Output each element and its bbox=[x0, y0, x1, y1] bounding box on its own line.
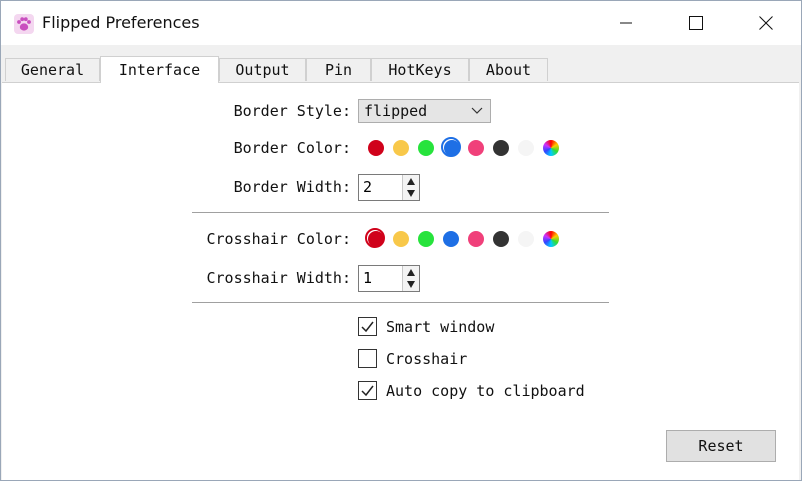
crosshair-color-white[interactable] bbox=[518, 231, 534, 247]
auto-copy-checkbox[interactable] bbox=[358, 381, 377, 400]
border-color-green[interactable] bbox=[418, 140, 434, 156]
preferences-window: Flipped Preferences General Interface Ou… bbox=[0, 0, 802, 481]
border-color-black[interactable] bbox=[493, 140, 509, 156]
arrow-down-icon[interactable] bbox=[405, 279, 417, 290]
paw-icon bbox=[14, 14, 34, 34]
separator bbox=[192, 302, 609, 303]
smart-window-checkbox[interactable] bbox=[358, 317, 377, 336]
crosshair-color-pink[interactable] bbox=[468, 231, 484, 247]
border-color-custom[interactable] bbox=[543, 140, 559, 156]
border-width-spinbox[interactable]: 2 bbox=[358, 174, 420, 201]
border-style-label: Border Style: bbox=[233, 102, 351, 120]
tab-output[interactable]: Output bbox=[219, 58, 306, 81]
border-width-label: Border Width: bbox=[233, 178, 351, 196]
arrow-up-icon[interactable] bbox=[405, 267, 417, 278]
border-width-stepper bbox=[402, 175, 419, 200]
close-button[interactable] bbox=[731, 1, 801, 45]
crosshair-width-value: 1 bbox=[363, 269, 373, 287]
border-color-blue[interactable] bbox=[444, 140, 460, 156]
tab-hotkeys[interactable]: HotKeys bbox=[371, 58, 469, 81]
crosshair-color-label: Crosshair Color: bbox=[206, 230, 352, 248]
crosshair-color-green[interactable] bbox=[418, 231, 434, 247]
tab-bar: General Interface Output Pin HotKeys Abo… bbox=[1, 45, 801, 83]
minimize-icon bbox=[620, 22, 632, 24]
crosshair-color-black[interactable] bbox=[493, 231, 509, 247]
border-color-yellow[interactable] bbox=[393, 140, 409, 156]
border-color-white[interactable] bbox=[518, 140, 534, 156]
tab-interface[interactable]: Interface bbox=[100, 56, 219, 83]
tab-general[interactable]: General bbox=[5, 58, 100, 81]
border-style-select[interactable]: flipped bbox=[358, 99, 491, 123]
auto-copy-label[interactable]: Auto copy to clipboard bbox=[386, 382, 585, 400]
crosshair-width-spinbox[interactable]: 1 bbox=[358, 265, 420, 292]
arrow-down-icon[interactable] bbox=[405, 188, 417, 199]
window-title: Flipped Preferences bbox=[42, 13, 200, 32]
arrow-up-icon[interactable] bbox=[405, 176, 417, 187]
border-color-red[interactable] bbox=[368, 140, 384, 156]
smart-window-label[interactable]: Smart window bbox=[386, 318, 494, 336]
close-icon bbox=[759, 16, 773, 30]
tab-pin[interactable]: Pin bbox=[306, 58, 371, 81]
crosshair-color-blue[interactable] bbox=[443, 231, 459, 247]
crosshair-color-custom[interactable] bbox=[543, 231, 559, 247]
reset-button[interactable]: Reset bbox=[666, 430, 776, 462]
border-style-value: flipped bbox=[364, 102, 428, 120]
crosshair-checkbox[interactable] bbox=[358, 349, 377, 368]
minimize-button[interactable] bbox=[591, 1, 661, 45]
border-color-label: Border Color: bbox=[233, 139, 351, 157]
tab-about[interactable]: About bbox=[469, 58, 548, 81]
separator bbox=[192, 212, 609, 213]
checkmark-icon bbox=[361, 385, 374, 397]
crosshair-color-red[interactable] bbox=[368, 231, 384, 247]
crosshair-color-yellow[interactable] bbox=[393, 231, 409, 247]
crosshair-label[interactable]: Crosshair bbox=[386, 350, 467, 368]
chevron-down-icon bbox=[471, 107, 483, 114]
crosshair-width-stepper bbox=[402, 266, 419, 291]
border-width-value: 2 bbox=[363, 178, 373, 196]
maximize-icon bbox=[689, 16, 703, 30]
crosshair-width-label: Crosshair Width: bbox=[206, 269, 352, 287]
border-color-pink[interactable] bbox=[468, 140, 484, 156]
title-bar[interactable]: Flipped Preferences bbox=[1, 1, 801, 45]
interface-panel: Border Style: flipped Border Color: Bord… bbox=[2, 82, 799, 480]
checkmark-icon bbox=[361, 321, 374, 333]
maximize-button[interactable] bbox=[661, 1, 731, 45]
